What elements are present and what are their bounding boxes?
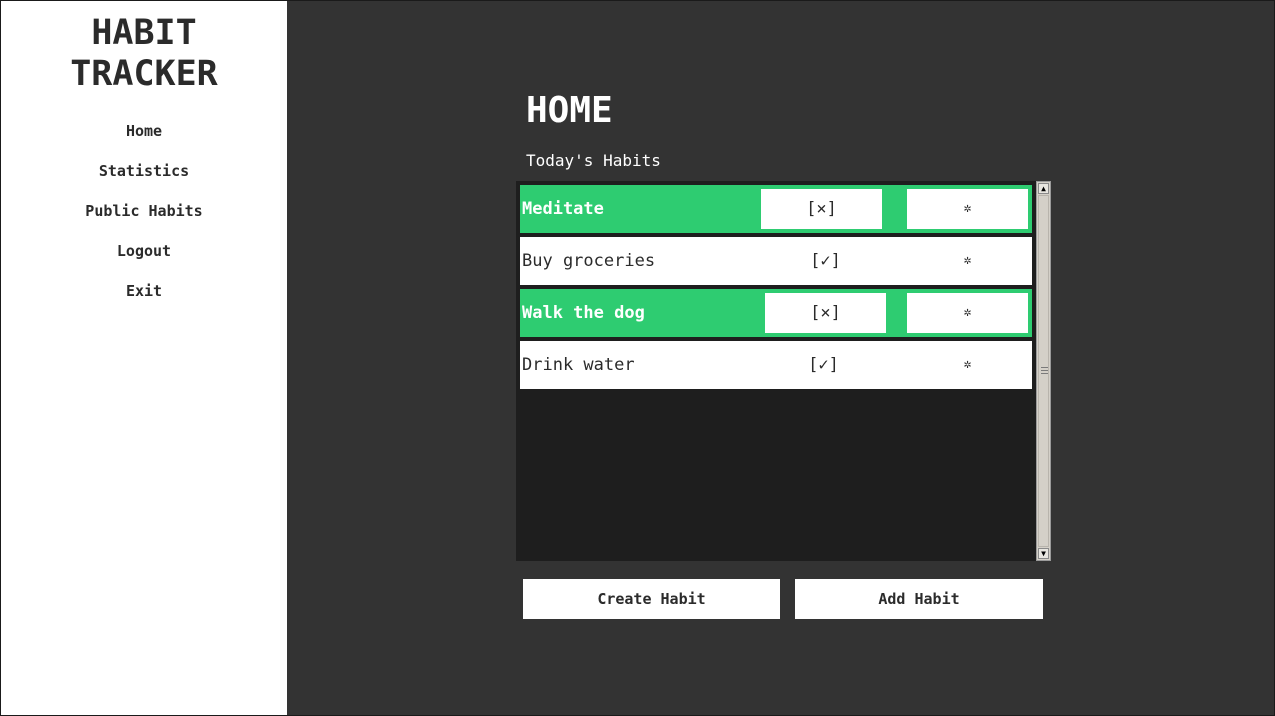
scroll-up-arrow-icon[interactable]: ▲ [1038,183,1049,194]
gear-icon[interactable]: ✲ [907,293,1028,333]
nav-item-exit[interactable]: Exit [1,279,287,319]
gear-icon[interactable]: ✲ [907,345,1028,385]
app-title: HABIT TRACKER [1,13,287,95]
habit-toggle-button[interactable]: [✓] [765,241,886,281]
nav-item-statistics[interactable]: Statistics [1,159,287,199]
habit-name: Drink water [522,355,635,375]
sidebar-nav: Home Statistics Public Habits Logout Exi… [1,119,287,319]
habit-row: Walk the dog [×] ✲ [520,289,1032,337]
habit-row: Drink water [✓] ✲ [520,341,1032,389]
habit-row: Buy groceries [✓] ✲ [520,237,1032,285]
habit-name: Walk the dog [522,303,645,323]
habit-toggle-button[interactable]: [✓] [763,345,884,385]
scrollbar-thumb[interactable] [1038,195,1049,547]
gear-icon[interactable]: ✲ [907,189,1028,229]
create-habit-button[interactable]: Create Habit [523,579,780,619]
add-habit-button[interactable]: Add Habit [795,579,1043,619]
scrollbar-grip-icon [1041,367,1048,376]
page-title: HOME [526,90,613,131]
nav-item-logout[interactable]: Logout [1,239,287,279]
gear-icon[interactable]: ✲ [907,241,1028,281]
app-window: HABIT TRACKER Home Statistics Public Hab… [0,0,1275,716]
habits-subtitle: Today's Habits [526,151,661,170]
app-title-line2: TRACKER [70,54,218,94]
scroll-down-arrow-icon[interactable]: ▼ [1038,548,1049,559]
sidebar: HABIT TRACKER Home Statistics Public Hab… [1,1,287,715]
habit-toggle-button[interactable]: [×] [765,293,886,333]
nav-item-home[interactable]: Home [1,119,287,159]
habit-list-scrollbar[interactable]: ▲ ▼ [1036,181,1051,561]
habit-name: Meditate [522,199,604,219]
nav-item-public-habits[interactable]: Public Habits [1,199,287,239]
habit-row: Meditate [×] ✲ [520,185,1032,233]
habit-list: Meditate [×] ✲ Buy groceries [✓] ✲ Walk … [516,181,1036,561]
app-title-line1: HABIT [91,13,197,53]
habit-toggle-button[interactable]: [×] [761,189,882,229]
habit-name: Buy groceries [522,251,656,271]
